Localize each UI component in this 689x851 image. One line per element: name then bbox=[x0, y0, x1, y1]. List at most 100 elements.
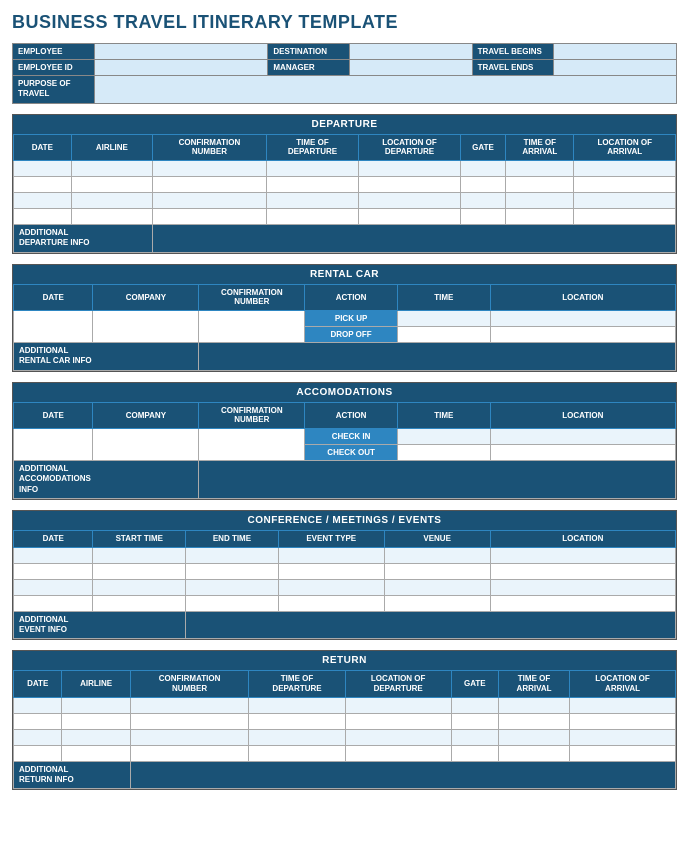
dropoff-time[interactable] bbox=[397, 326, 490, 342]
pickup-time[interactable] bbox=[397, 310, 490, 326]
cell[interactable] bbox=[460, 160, 505, 176]
cell[interactable] bbox=[93, 563, 186, 579]
rc-company[interactable] bbox=[93, 310, 199, 342]
cell[interactable] bbox=[574, 208, 676, 224]
cell[interactable] bbox=[570, 713, 676, 729]
cell[interactable] bbox=[249, 697, 345, 713]
cell[interactable] bbox=[186, 595, 279, 611]
cell[interactable] bbox=[384, 579, 490, 595]
cell[interactable] bbox=[186, 547, 279, 563]
cell[interactable] bbox=[62, 729, 130, 745]
acc-date[interactable] bbox=[14, 428, 93, 460]
pickup-location[interactable] bbox=[490, 310, 675, 326]
cell[interactable] bbox=[490, 595, 675, 611]
additional-acc-value[interactable] bbox=[199, 460, 676, 498]
cell[interactable] bbox=[14, 192, 72, 208]
cell[interactable] bbox=[460, 208, 505, 224]
cell[interactable] bbox=[451, 745, 498, 761]
cell[interactable] bbox=[384, 595, 490, 611]
cell[interactable] bbox=[574, 192, 676, 208]
cell[interactable] bbox=[14, 208, 72, 224]
cell[interactable] bbox=[384, 563, 490, 579]
acc-company[interactable] bbox=[93, 428, 199, 460]
cell[interactable] bbox=[93, 595, 186, 611]
cell[interactable] bbox=[451, 713, 498, 729]
additional-departure-value[interactable] bbox=[153, 224, 676, 252]
cell[interactable] bbox=[460, 192, 505, 208]
cell[interactable] bbox=[278, 563, 384, 579]
cell[interactable] bbox=[506, 208, 574, 224]
cell[interactable] bbox=[93, 579, 186, 595]
employee-value[interactable] bbox=[94, 44, 268, 60]
cell[interactable] bbox=[62, 745, 130, 761]
checkin-time[interactable] bbox=[397, 428, 490, 444]
cell[interactable] bbox=[14, 547, 93, 563]
travel-begins-value[interactable] bbox=[554, 44, 677, 60]
cell[interactable] bbox=[130, 713, 249, 729]
cell[interactable] bbox=[62, 713, 130, 729]
cell[interactable] bbox=[14, 176, 72, 192]
cell[interactable] bbox=[14, 745, 62, 761]
dropoff-location[interactable] bbox=[490, 326, 675, 342]
cell[interactable] bbox=[71, 192, 152, 208]
cell[interactable] bbox=[359, 176, 461, 192]
cell[interactable] bbox=[460, 176, 505, 192]
cell[interactable] bbox=[451, 697, 498, 713]
cell[interactable] bbox=[490, 579, 675, 595]
cell[interactable] bbox=[130, 697, 249, 713]
employee-id-value[interactable] bbox=[94, 60, 268, 76]
cell[interactable] bbox=[490, 563, 675, 579]
additional-rc-value[interactable] bbox=[199, 342, 676, 370]
cell[interactable] bbox=[570, 729, 676, 745]
cell[interactable] bbox=[345, 729, 451, 745]
cell[interactable] bbox=[71, 160, 152, 176]
cell[interactable] bbox=[153, 160, 267, 176]
manager-value[interactable] bbox=[350, 60, 473, 76]
cell[interactable] bbox=[14, 160, 72, 176]
cell[interactable] bbox=[14, 579, 93, 595]
rc-confirm[interactable] bbox=[199, 310, 305, 342]
cell[interactable] bbox=[384, 547, 490, 563]
cell[interactable] bbox=[451, 729, 498, 745]
cell[interactable] bbox=[506, 160, 574, 176]
destination-value[interactable] bbox=[350, 44, 473, 60]
cell[interactable] bbox=[570, 697, 676, 713]
acc-confirm[interactable] bbox=[199, 428, 305, 460]
cell[interactable] bbox=[359, 208, 461, 224]
cell[interactable] bbox=[359, 192, 461, 208]
cell[interactable] bbox=[266, 208, 358, 224]
cell[interactable] bbox=[14, 595, 93, 611]
cell[interactable] bbox=[14, 563, 93, 579]
cell[interactable] bbox=[153, 208, 267, 224]
cell[interactable] bbox=[153, 192, 267, 208]
cell[interactable] bbox=[278, 595, 384, 611]
checkout-time[interactable] bbox=[397, 444, 490, 460]
checkout-location[interactable] bbox=[490, 444, 675, 460]
cell[interactable] bbox=[278, 547, 384, 563]
cell[interactable] bbox=[498, 729, 569, 745]
cell[interactable] bbox=[574, 176, 676, 192]
cell[interactable] bbox=[278, 579, 384, 595]
cell[interactable] bbox=[14, 697, 62, 713]
cell[interactable] bbox=[130, 729, 249, 745]
cell[interactable] bbox=[93, 547, 186, 563]
cell[interactable] bbox=[359, 160, 461, 176]
cell[interactable] bbox=[498, 697, 569, 713]
cell[interactable] bbox=[249, 713, 345, 729]
cell[interactable] bbox=[266, 192, 358, 208]
cell[interactable] bbox=[186, 579, 279, 595]
cell[interactable] bbox=[186, 563, 279, 579]
cell[interactable] bbox=[574, 160, 676, 176]
purpose-value[interactable] bbox=[94, 76, 676, 104]
cell[interactable] bbox=[153, 176, 267, 192]
cell[interactable] bbox=[266, 176, 358, 192]
cell[interactable] bbox=[345, 713, 451, 729]
cell[interactable] bbox=[130, 745, 249, 761]
cell[interactable] bbox=[345, 697, 451, 713]
checkin-location[interactable] bbox=[490, 428, 675, 444]
rc-date[interactable] bbox=[14, 310, 93, 342]
cell[interactable] bbox=[71, 176, 152, 192]
cell[interactable] bbox=[249, 729, 345, 745]
cell[interactable] bbox=[266, 160, 358, 176]
travel-ends-value[interactable] bbox=[554, 60, 677, 76]
